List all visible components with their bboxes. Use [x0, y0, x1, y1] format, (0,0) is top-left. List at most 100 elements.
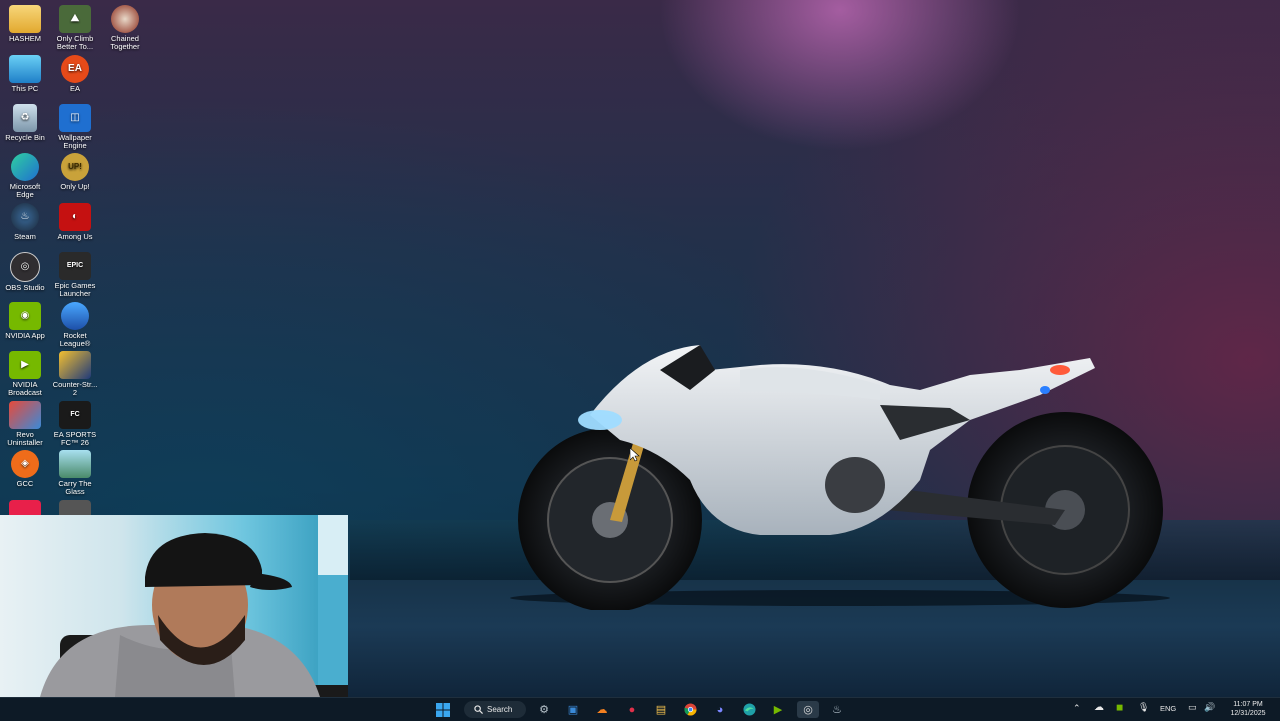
- ea-icon: EA: [61, 55, 89, 83]
- taskbar-app-discord[interactable]: ◕: [709, 701, 731, 718]
- onedrive-icon[interactable]: ☁: [1094, 702, 1104, 713]
- chrome-icon: [683, 703, 697, 716]
- desktop-icon-label: OBS Studio: [5, 283, 45, 292]
- taskbar-app-cloudflare[interactable]: ☁: [591, 701, 613, 718]
- nvidia-tray-icon[interactable]: ◼: [1116, 702, 1123, 713]
- desktop-icon-carry-the-glass[interactable]: Carry The Glass: [50, 450, 100, 496]
- desktop-icon-label: Microsoft Edge: [9, 182, 41, 199]
- taskbar-app-obs[interactable]: ◎: [797, 701, 819, 718]
- desktop-icon-revo-uninstaller[interactable]: Revo Uninstaller: [0, 401, 50, 447]
- game-icon: [59, 450, 91, 478]
- microphone-icon[interactable]: 🎙: [1138, 702, 1149, 713]
- monitor-icon: [9, 55, 41, 83]
- desktop-icon-label: Wallpaper Engine: [58, 133, 92, 150]
- clock-date: 12/31/2025: [1230, 710, 1266, 717]
- desktop-icon-label: Among Us: [57, 232, 93, 241]
- desktop-icon-label: Chained Together: [110, 34, 140, 51]
- desktop-icon-only-up[interactable]: UP! Only Up!: [50, 153, 100, 191]
- desktop-icon-nvidia-broadcast[interactable]: ▶ NVIDIA Broadcast: [0, 351, 50, 397]
- desktop-icon-ea-sports-fc[interactable]: FC EA SPORTS FC™ 26: [50, 401, 100, 447]
- steam-icon: ♨: [832, 704, 842, 716]
- start-button[interactable]: [432, 701, 454, 718]
- desktop-icon-label: Revo Uninstaller: [7, 430, 43, 447]
- taskbar-app-nvidia-broadcast[interactable]: ▶: [767, 701, 789, 718]
- desktop-icon-gcc[interactable]: ◈ GCC: [0, 450, 50, 488]
- webcam-overlay: [0, 515, 348, 697]
- desktop-icon-obs-studio[interactable]: ◎ OBS Studio: [0, 252, 50, 292]
- desktop-icon-label: Steam: [14, 232, 36, 241]
- taskbar-app-edge[interactable]: [738, 701, 760, 718]
- volume-icon[interactable]: 🔊: [1204, 702, 1215, 713]
- taskbar: Search ⚙ ▣ ☁ ● ▤ ◕ ▶ ◎ ♨ ⌃ ☁ ◼ 🎙 ENG ▭ 🔊…: [0, 697, 1280, 721]
- fc-icon: FC: [59, 401, 91, 429]
- cs2-icon: [59, 351, 91, 379]
- nvidia-icon: ◉: [9, 302, 41, 330]
- taskbar-app-chrome[interactable]: [679, 701, 701, 718]
- gcc-icon: ◈: [11, 450, 39, 478]
- language-indicator[interactable]: ENG: [1160, 704, 1176, 713]
- taskbar-app-settings[interactable]: ⚙: [533, 701, 555, 718]
- desktop-icon-wallpaper-engine[interactable]: ◫ Wallpaper Engine: [50, 104, 100, 150]
- revo-icon: [9, 401, 41, 429]
- desktop-icon-among-us[interactable]: ◐ Among Us: [50, 203, 100, 241]
- desktop-icon-label: This PC: [11, 84, 39, 93]
- windows-logo-icon: [436, 702, 450, 717]
- discord-icon: ◕: [716, 703, 724, 716]
- taskbar-app-file-explorer[interactable]: ▤: [650, 701, 672, 718]
- taskbar-app-steam[interactable]: ♨: [826, 701, 848, 718]
- desktop-icon-ea[interactable]: EA EA: [50, 55, 100, 93]
- desktop-icon-chained-together[interactable]: Chained Together: [100, 5, 150, 51]
- desktop-icon-label: EA SPORTS FC™ 26: [53, 430, 97, 447]
- motorcycle-image: [510, 345, 1170, 610]
- desktop-icon-rocket-league[interactable]: Rocket League®: [50, 302, 100, 348]
- search-label: Search: [487, 705, 513, 714]
- obs-icon: ◎: [10, 252, 40, 282]
- taskbar-clock[interactable]: 11:07 PM 12/31/2025: [1222, 700, 1274, 718]
- clock-time: 11:07 PM: [1233, 701, 1263, 708]
- cloudflare-icon: ☁: [596, 704, 608, 716]
- desktop-icon-hashem[interactable]: HASHEM: [0, 5, 50, 43]
- desktop-icon-steam[interactable]: ♨ Steam: [0, 203, 50, 241]
- taskbar-app-red[interactable]: ●: [621, 701, 643, 718]
- webcam-person-image: [40, 515, 348, 697]
- desktop-icon-label: Counter-Str... 2: [52, 380, 98, 397]
- edge-icon: [742, 703, 756, 716]
- desktop-icon-recycle-bin[interactable]: ♻ Recycle Bin: [0, 104, 50, 142]
- settings-icon: ⚙: [539, 704, 549, 716]
- desktop-icon-label: HASHEM: [8, 34, 42, 43]
- edge-icon: [11, 153, 39, 181]
- desktop-icon-label: Only Climb Better To...: [56, 34, 94, 51]
- game-icon: [111, 5, 139, 33]
- desktop-icon-label: Rocket League®: [59, 331, 91, 348]
- screen-capture-icon: ▣: [567, 704, 579, 716]
- desktop-icon-label: EA: [69, 84, 80, 93]
- desktop-icon-label: GCC: [16, 479, 34, 488]
- obs-icon: ◎: [803, 704, 813, 716]
- recycle-bin-icon: ♻: [13, 104, 37, 132]
- game-icon: ⛰: [59, 5, 91, 33]
- game-icon: UP!: [61, 153, 89, 181]
- steam-icon: ♨: [11, 203, 39, 231]
- tray-overflow-chevron-icon[interactable]: ⌃: [1073, 703, 1081, 714]
- desktop-icon-label: NVIDIA Broadcast: [8, 380, 42, 397]
- app-red-icon: ●: [628, 703, 636, 716]
- desktop-icon-label: Only Up!: [60, 182, 90, 191]
- desktop-icon-label: Recycle Bin: [5, 133, 45, 142]
- taskbar-app-screen-capture[interactable]: ▣: [562, 701, 584, 718]
- desktop-icon-label: Carry The Glass: [58, 479, 92, 496]
- desktop-icon-nvidia-app[interactable]: ◉ NVIDIA App: [0, 302, 50, 340]
- app-icon: [59, 500, 91, 515]
- desktop-icon-microsoft-edge[interactable]: Microsoft Edge: [0, 153, 50, 199]
- taskbar-search[interactable]: Search: [464, 701, 526, 718]
- desktop-icon-only-climb[interactable]: ⛰ Only Climb Better To...: [50, 5, 100, 51]
- among-us-icon: ◐: [59, 203, 91, 231]
- desktop-icon-counter-strike[interactable]: Counter-Str... 2: [50, 351, 100, 397]
- nvidia-icon: ▶: [9, 351, 41, 379]
- desktop-icon-this-pc[interactable]: This PC: [0, 55, 50, 93]
- desktop-icon-label: NVIDIA App: [5, 331, 45, 340]
- desktop-icon-label: Epic Games Launcher: [54, 281, 96, 298]
- rocket-league-icon: [61, 302, 89, 330]
- network-icon[interactable]: ▭: [1188, 702, 1197, 713]
- desktop-icon-epic-games[interactable]: EPIC Epic Games Launcher: [50, 252, 100, 298]
- nvidia-broadcast-icon: ▶: [773, 704, 783, 716]
